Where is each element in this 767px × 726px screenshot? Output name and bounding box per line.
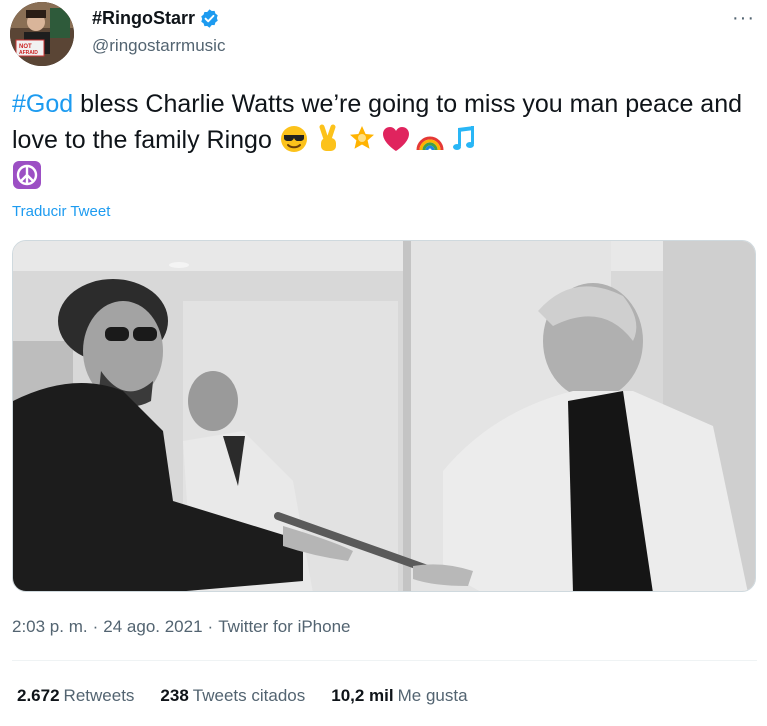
red-heart-icon xyxy=(381,124,411,154)
name-row: #RingoStarr xyxy=(92,8,220,29)
retweets-stat[interactable]: 2.672 Retweets xyxy=(17,686,134,706)
tweet-time[interactable]: 2:03 p. m. xyxy=(12,617,88,637)
tweet-header: NOT AFRAID #RingoStarr @ringostarrmusic … xyxy=(10,2,757,66)
hashtag-link[interactable]: #God xyxy=(12,90,73,118)
tweet-meta: 2:03 p. m. · 24 ago. 2021 · Twitter for … xyxy=(12,617,351,637)
photo-image xyxy=(13,241,755,591)
quote-tweets-label: Tweets citados xyxy=(192,686,306,705)
meta-separator: · xyxy=(207,617,214,636)
quote-tweets-count: 238 xyxy=(160,686,189,705)
tweet-stats: 2.672 Retweets 238 Tweets citados 10,2 mil… xyxy=(17,686,468,706)
translate-tweet-link[interactable]: Traducir Tweet xyxy=(12,203,110,220)
tweet-photo[interactable] xyxy=(12,240,756,592)
meta-separator: · xyxy=(92,617,99,636)
avatar[interactable]: NOT AFRAID xyxy=(10,2,74,66)
svg-text:AFRAID: AFRAID xyxy=(19,50,38,56)
musical-notes-icon xyxy=(449,124,479,154)
tweet-source[interactable]: Twitter for iPhone xyxy=(218,617,350,637)
retweets-label: Retweets xyxy=(63,686,135,705)
more-options-button[interactable]: ··· xyxy=(732,8,755,28)
retweets-count: 2.672 xyxy=(17,686,60,705)
divider xyxy=(12,660,757,661)
rainbow-icon xyxy=(415,124,445,154)
tweet-body: bless Charlie Watts we’re going to miss … xyxy=(12,90,743,154)
verified-badge-icon xyxy=(199,8,220,29)
sunglasses-face-icon xyxy=(279,124,309,154)
likes-count: 10,2 mil xyxy=(331,686,394,705)
quote-tweets-stat[interactable]: 238 Tweets citados xyxy=(160,686,305,706)
peace-symbol-icon xyxy=(12,160,42,190)
display-name[interactable]: #RingoStarr xyxy=(92,8,195,29)
glowing-star-icon xyxy=(347,124,377,154)
tweet-text: #God bless Charlie Watts we’re going to … xyxy=(12,86,757,194)
avatar-image: NOT AFRAID xyxy=(10,2,74,66)
tweet-date[interactable]: 24 ago. 2021 xyxy=(103,617,202,637)
handle[interactable]: @ringostarrmusic xyxy=(92,36,225,56)
victory-hand-icon xyxy=(313,124,343,154)
likes-label: Me gusta xyxy=(397,686,468,705)
likes-stat[interactable]: 10,2 mil Me gusta xyxy=(331,686,467,706)
